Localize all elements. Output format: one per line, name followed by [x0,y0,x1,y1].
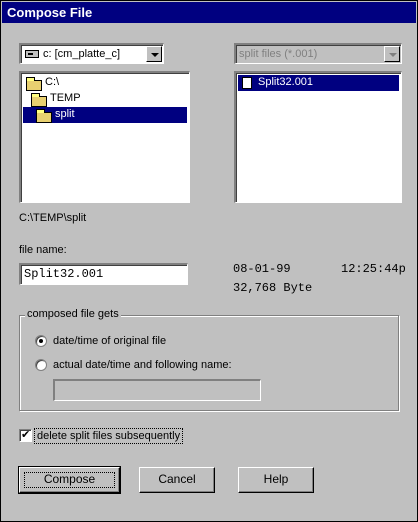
dir-item-label: C:\ [45,76,60,88]
file-size: 32,768 Byte [233,281,313,295]
compose-button[interactable]: Compose [18,466,121,494]
drive-select[interactable]: c: [cm_platte_c] [19,43,164,64]
file-date: 08-01-99 [233,262,291,276]
file-name-label: file name: [19,244,67,256]
radio-actual-datetime-label[interactable]: actual date/time and following name: [53,359,232,371]
drive-select-value: c: [cm_platte_c] [43,48,121,60]
cancel-button[interactable]: Cancel [139,467,215,493]
open-folder-icon [31,93,47,107]
file-filter-select[interactable]: split files (*.001) [234,43,402,64]
chevron-down-icon [151,53,159,57]
file-time: 12:25:44p [341,262,406,276]
radio-actual-datetime[interactable] [35,359,47,371]
file-filter-value: split files (*.001) [239,48,318,60]
file-name-input[interactable]: Split32.001 [19,263,188,285]
group-legend: composed file gets [25,308,121,320]
compose-file-dialog: Compose File c: [cm_platte_c] split file… [0,0,418,522]
new-name-input[interactable] [53,379,261,401]
file-item-label: Split32.001 [258,76,314,88]
dir-item-label: TEMP [50,92,81,104]
directory-list[interactable]: C:\ TEMP split [19,71,190,203]
delete-split-files-label[interactable]: delete split files subsequently [34,428,184,444]
radio-original-datetime[interactable] [35,335,47,347]
dir-item-label: split [55,108,75,120]
open-folder-icon [26,77,42,91]
help-button[interactable]: Help [238,467,314,493]
delete-split-files-text: delete split files subsequently [37,430,181,442]
chevron-down-icon [389,53,397,57]
dir-item-split[interactable]: split [23,107,187,123]
drive-icon [25,50,39,58]
radio-original-datetime-label[interactable]: date/time of original file [53,335,166,347]
filter-dropdown-button[interactable] [384,46,400,62]
title-bar[interactable]: Compose File [2,2,416,23]
file-icon [242,77,252,89]
delete-split-files-checkbox[interactable] [19,428,32,442]
file-list[interactable]: Split32.001 [234,71,402,203]
dialog-title: Compose File [7,5,93,20]
dir-item-root[interactable]: C:\ [23,75,187,91]
current-path: C:\TEMP\split [19,212,87,224]
drive-dropdown-button[interactable] [146,46,162,62]
dir-item-temp[interactable]: TEMP [23,91,187,107]
open-folder-icon [36,109,52,123]
file-item[interactable]: Split32.001 [238,75,399,91]
